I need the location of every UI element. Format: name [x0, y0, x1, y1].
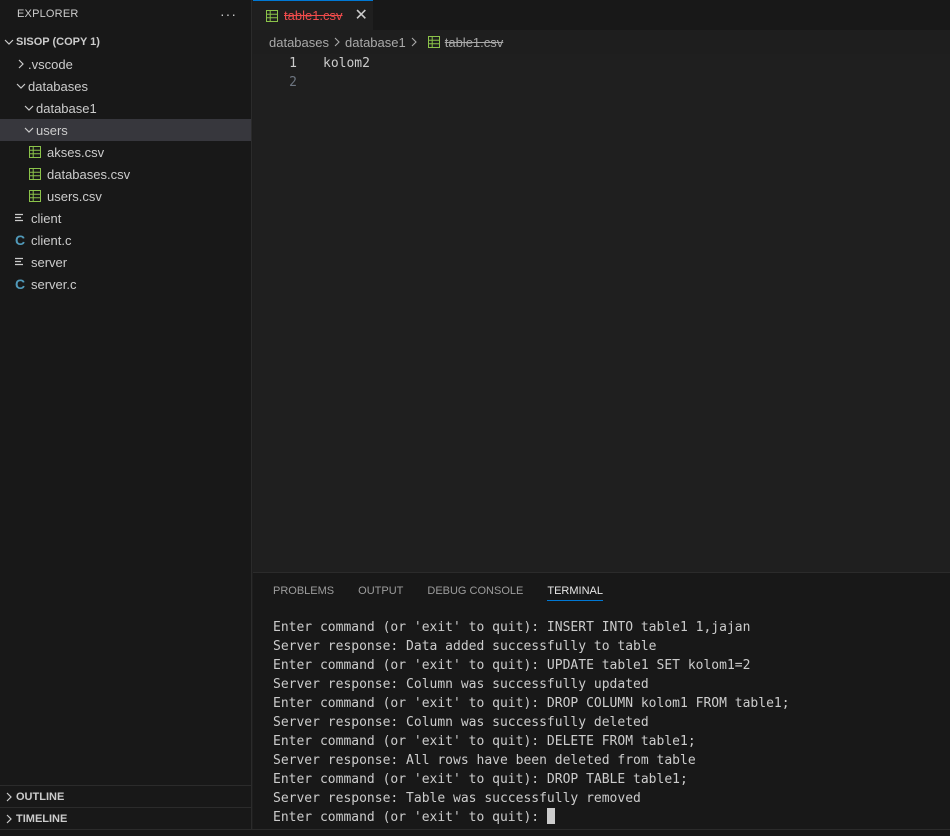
- csv-file-icon: [28, 163, 44, 185]
- chevron-right-icon: [410, 37, 418, 47]
- csv-file-icon: [266, 9, 278, 22]
- code-line: 2: [253, 73, 323, 92]
- terminal-line: Server response: Data added successfully…: [273, 639, 657, 654]
- chevron-right-icon: [2, 808, 16, 830]
- panel-tab-bar: PROBLEMS OUTPUT DEBUG CONSOLE TERMINAL: [253, 573, 950, 609]
- terminal-line: Enter command (or 'exit' to quit): DROP …: [273, 772, 688, 787]
- tree-item-label: users.csv: [47, 188, 102, 204]
- line-text: kolom2: [323, 56, 370, 71]
- bottom-panel: PROBLEMS OUTPUT DEBUG CONSOLE TERMINAL E…: [253, 572, 950, 829]
- chevron-down-icon: [2, 31, 16, 53]
- tab-table1-csv[interactable]: table1.csv ✕: [253, 0, 373, 30]
- tree-item-vscode[interactable]: .vscode: [0, 53, 251, 75]
- terminal-output[interactable]: Enter command (or 'exit' to quit): INSER…: [273, 618, 790, 827]
- terminal-line: Enter command (or 'exit' to quit): INSER…: [273, 620, 751, 635]
- chevron-right-icon: [2, 786, 16, 808]
- breadcrumb-item[interactable]: database1: [345, 35, 406, 50]
- terminal-prompt-line[interactable]: Enter command (or 'exit' to quit):: [273, 808, 790, 827]
- workspace-folder-name: SISOP (COPY 1): [16, 36, 100, 48]
- tree-item-server[interactable]: server: [0, 251, 251, 273]
- breadcrumb: databases database1 table1.csv: [253, 30, 950, 54]
- csv-file-icon: [28, 141, 44, 163]
- terminal-line: Enter command (or 'exit' to quit): DROP …: [273, 696, 790, 711]
- tree-item-label: server.c: [31, 276, 77, 292]
- terminal-line: Enter command (or 'exit' to quit): DELET…: [273, 734, 696, 749]
- tree-item-users[interactable]: users: [0, 119, 251, 141]
- tree-item-users-csv[interactable]: users.csv: [0, 185, 251, 207]
- tree-item-label: databases.csv: [47, 166, 131, 182]
- terminal-line: Server response: Column was successfully…: [273, 677, 649, 692]
- explorer-header: EXPLORER ···: [0, 0, 251, 28]
- chevron-down-icon: [22, 119, 36, 141]
- tree-item-label: databases: [28, 78, 88, 94]
- code-editor[interactable]: 1 kolom2 2: [253, 54, 950, 572]
- plain-file-icon: [12, 251, 28, 273]
- csv-file-icon: [28, 185, 44, 207]
- terminal-line: Server response: Column was successfully…: [273, 715, 649, 730]
- close-icon[interactable]: ✕: [355, 7, 368, 24]
- tree-item-label: client.c: [31, 232, 72, 248]
- workspace-folder-header[interactable]: SISOP (COPY 1): [0, 31, 251, 53]
- tab-terminal[interactable]: TERMINAL: [547, 573, 603, 609]
- terminal-cursor: [546, 808, 555, 824]
- tree-item-databases-csv[interactable]: databases.csv: [0, 163, 251, 185]
- explorer-sidebar: EXPLORER ··· SISOP (COPY 1) .vscode data…: [0, 0, 252, 829]
- tree-item-akses-csv[interactable]: akses.csv: [0, 141, 251, 163]
- tree-item-client-c[interactable]: C client.c: [0, 229, 251, 251]
- explorer-title: EXPLORER: [17, 8, 79, 20]
- outline-label: OUTLINE: [16, 790, 65, 803]
- tree-item-label: .vscode: [28, 56, 73, 72]
- tree-item-label: database1: [36, 100, 97, 116]
- breadcrumb-item[interactable]: table1.csv: [445, 35, 504, 50]
- tree-item-databases[interactable]: databases: [0, 75, 251, 97]
- chevron-down-icon: [14, 75, 28, 97]
- outline-section-header[interactable]: OUTLINE: [0, 785, 251, 807]
- tree-item-label: akses.csv: [47, 144, 105, 160]
- tab-problems[interactable]: PROBLEMS: [273, 573, 334, 609]
- tree-item-label: users: [36, 122, 68, 138]
- plain-file-icon: [12, 207, 28, 229]
- c-file-icon: C: [14, 276, 26, 292]
- terminal-line: Server response: Table was successfully …: [273, 791, 641, 806]
- tree-item-label: client: [31, 210, 62, 226]
- csv-file-icon: [427, 36, 440, 48]
- tree-item-label: server: [31, 254, 68, 270]
- tab-label: table1.csv: [284, 8, 343, 23]
- c-file-icon: C: [14, 232, 26, 248]
- line-number: 1: [289, 56, 297, 71]
- tree-item-database1[interactable]: database1: [0, 97, 251, 119]
- chevron-right-icon: [333, 37, 341, 47]
- terminal-line: Server response: All rows have been dele…: [273, 753, 696, 768]
- more-actions-icon[interactable]: ···: [220, 7, 237, 21]
- terminal-prompt: Enter command (or 'exit' to quit):: [273, 810, 547, 825]
- status-bar: [0, 829, 950, 836]
- breadcrumb-item[interactable]: databases: [269, 35, 329, 50]
- tab-debug-console[interactable]: DEBUG CONSOLE: [427, 573, 523, 609]
- chevron-down-icon: [22, 97, 36, 119]
- chevron-right-icon: [14, 53, 28, 75]
- tree-item-client[interactable]: client: [0, 207, 251, 229]
- editor-tab-bar: table1.csv ✕: [253, 0, 950, 30]
- code-line: 1 kolom2: [253, 54, 370, 73]
- tab-output[interactable]: OUTPUT: [358, 573, 403, 609]
- line-number: 2: [289, 75, 297, 90]
- timeline-label: TIMELINE: [16, 812, 68, 825]
- timeline-section-header[interactable]: TIMELINE: [0, 807, 251, 829]
- tree-item-server-c[interactable]: C server.c: [0, 273, 251, 295]
- terminal-line: Enter command (or 'exit' to quit): UPDAT…: [273, 658, 751, 673]
